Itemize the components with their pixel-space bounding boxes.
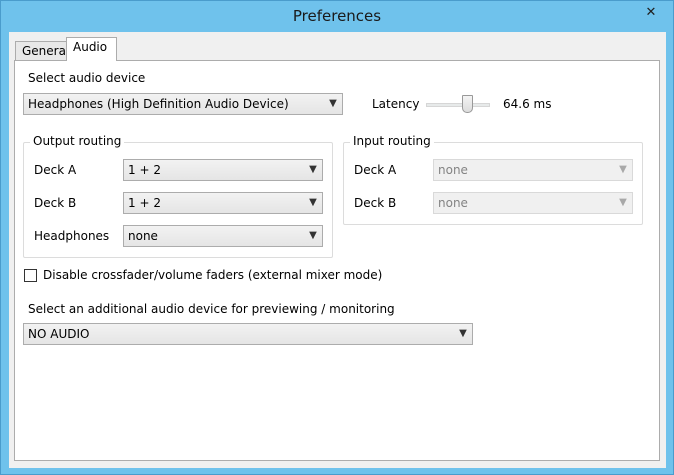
chevron-down-icon: ▼ <box>309 230 317 241</box>
close-button[interactable]: ✕ <box>633 1 669 22</box>
input-deck-b-label: Deck B <box>354 196 397 210</box>
crossfader-checkbox[interactable] <box>24 269 37 282</box>
preview-device-select[interactable]: NO AUDIO ▼ <box>23 323 473 345</box>
input-deck-a-value: none <box>438 163 468 177</box>
select-audio-device-label: Select audio device <box>28 71 146 85</box>
tab-general[interactable]: General <box>15 41 69 60</box>
output-deck-b-label: Deck B <box>34 196 77 210</box>
chevron-down-icon: ▼ <box>619 197 627 208</box>
input-deck-b-value: none <box>438 196 468 210</box>
chevron-down-icon: ▼ <box>329 98 337 109</box>
input-routing-group: Input routing Deck A none ▼ Deck B none … <box>343 134 643 225</box>
title-bar[interactable]: Preferences ✕ <box>1 1 673 33</box>
latency-slider-track[interactable] <box>426 103 490 107</box>
audio-device-value: Headphones (High Definition Audio Device… <box>28 97 289 111</box>
input-deck-a-label: Deck A <box>354 163 397 177</box>
output-deck-a-value: 1 + 2 <box>128 163 161 177</box>
close-icon: ✕ <box>645 4 657 19</box>
preview-device-label: Select an additional audio device for pr… <box>28 302 395 316</box>
audio-device-select[interactable]: Headphones (High Definition Audio Device… <box>23 93 343 115</box>
chevron-down-icon: ▼ <box>459 328 467 339</box>
output-headphones-select[interactable]: none ▼ <box>123 225 323 247</box>
input-routing-title: Input routing <box>350 134 434 148</box>
output-headphones-value: none <box>128 229 158 243</box>
latency-slider-thumb[interactable] <box>462 95 473 113</box>
preview-device-value: NO AUDIO <box>28 327 90 341</box>
window-title: Preferences <box>292 7 382 25</box>
output-deck-a-select[interactable]: 1 + 2 ▼ <box>123 159 323 181</box>
crossfader-checkbox-label: Disable crossfader/volume faders (extern… <box>43 268 383 282</box>
input-deck-a-select: none ▼ <box>433 159 633 181</box>
output-routing-title: Output routing <box>30 134 125 148</box>
output-deck-a-label: Deck A <box>34 163 77 177</box>
preferences-window: Preferences ✕ General Audio Select audio… <box>0 0 674 475</box>
chevron-down-icon: ▼ <box>309 164 317 175</box>
client-area: General Audio Select audio device Headph… <box>9 32 666 468</box>
latency-label: Latency <box>372 97 420 111</box>
output-deck-b-select[interactable]: 1 + 2 ▼ <box>123 192 323 214</box>
output-headphones-label: Headphones <box>34 229 110 243</box>
chevron-down-icon: ▼ <box>619 164 627 175</box>
input-deck-b-select: none ▼ <box>433 192 633 214</box>
chevron-down-icon: ▼ <box>309 197 317 208</box>
output-routing-group: Output routing Deck A 1 + 2 ▼ Deck B 1 +… <box>23 134 333 258</box>
audio-tab-panel: Select audio device Headphones (High Def… <box>14 60 660 461</box>
output-deck-b-value: 1 + 2 <box>128 196 161 210</box>
latency-value: 64.6 ms <box>503 97 552 111</box>
tab-audio[interactable]: Audio <box>66 37 117 61</box>
